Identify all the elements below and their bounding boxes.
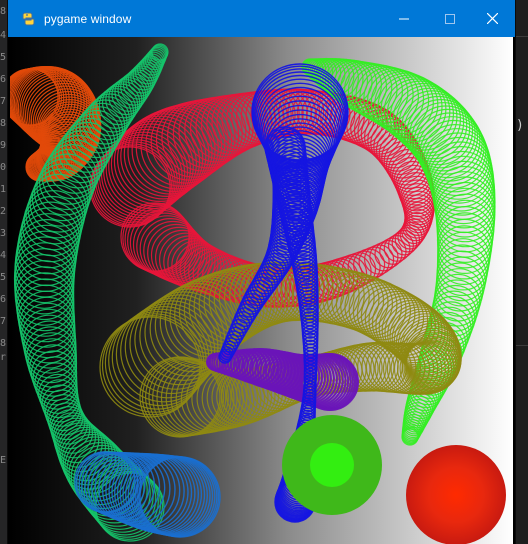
maximize-icon	[445, 13, 455, 24]
window-title: pygame window	[44, 11, 132, 26]
editor-glyph: )	[516, 118, 524, 133]
pygame-window: pygame window	[8, 0, 515, 544]
game-canvas[interactable]	[10, 37, 513, 544]
title-bar[interactable]: pygame window	[8, 0, 515, 37]
editor-pane-behind: )	[514, 0, 528, 544]
close-icon	[486, 13, 498, 24]
game-scene	[10, 37, 513, 544]
pygame-snake-icon	[20, 11, 36, 27]
maximize-button[interactable]	[427, 0, 473, 37]
minimize-button[interactable]	[381, 0, 427, 37]
green-ball-core	[310, 443, 354, 487]
red-ball	[406, 445, 506, 544]
close-button[interactable]	[469, 0, 515, 37]
minimize-icon	[399, 18, 409, 19]
